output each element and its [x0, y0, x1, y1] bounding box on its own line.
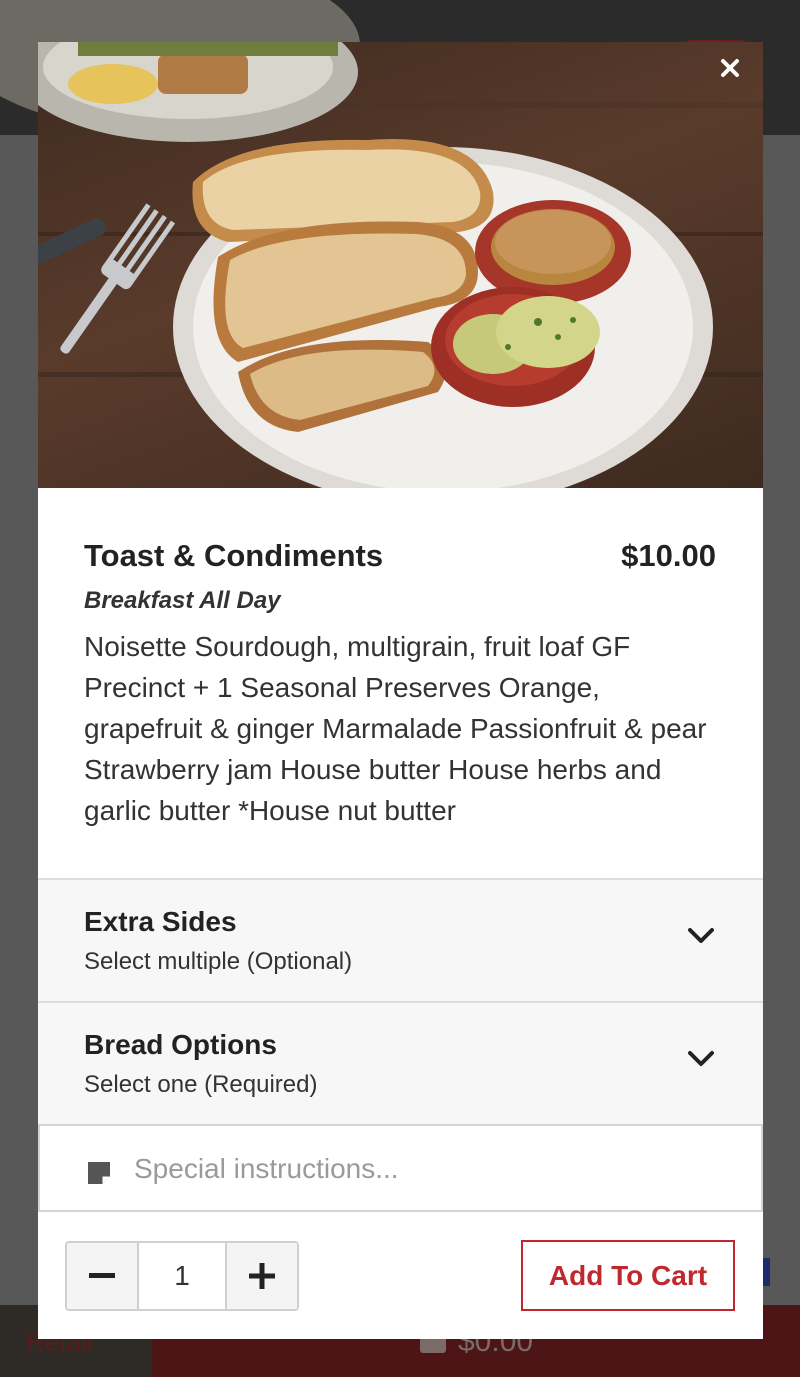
item-title: Toast & Condiments: [84, 538, 384, 573]
item-description: Noisette Sourdough, multigrain, fruit lo…: [84, 631, 707, 826]
minus-icon: [89, 1273, 115, 1278]
modal-footer: 1 Add To Cart: [38, 1212, 763, 1339]
special-instructions-field: [38, 1124, 763, 1212]
decrease-quantity-button[interactable]: [67, 1243, 137, 1309]
close-icon: [721, 59, 739, 77]
item-modal: Toast & Condiments $10.00 Breakfast All …: [38, 42, 763, 1339]
option-title: Bread Options: [84, 1029, 277, 1060]
special-instructions-input[interactable]: [134, 1144, 734, 1194]
item-category: Breakfast All Day: [84, 587, 281, 614]
close-button[interactable]: [720, 58, 748, 86]
quantity-value[interactable]: 1: [137, 1243, 227, 1309]
background-side-tab: [762, 1258, 770, 1286]
add-to-cart-button[interactable]: Add To Cart: [521, 1240, 735, 1311]
plus-icon: [249, 1263, 275, 1289]
chevron-down-icon: [688, 928, 714, 943]
item-price: $10.00: [621, 538, 716, 573]
option-subtitle: Select one (Required): [84, 1071, 318, 1098]
option-bread-options[interactable]: Bread Options Select one (Required): [38, 1001, 763, 1124]
item-header: Toast & Condiments $10.00: [84, 538, 716, 574]
quantity-stepper: 1: [65, 1241, 299, 1311]
option-subtitle: Select multiple (Optional): [84, 948, 353, 975]
item-image: [38, 42, 763, 488]
option-extra-sides[interactable]: Extra Sides Select multiple (Optional): [38, 878, 763, 1001]
option-title: Extra Sides: [84, 906, 237, 937]
item-photo-illustration: [38, 42, 763, 488]
note-icon: [88, 1162, 110, 1184]
increase-quantity-button[interactable]: [227, 1243, 297, 1309]
chevron-down-icon: [688, 1051, 714, 1066]
